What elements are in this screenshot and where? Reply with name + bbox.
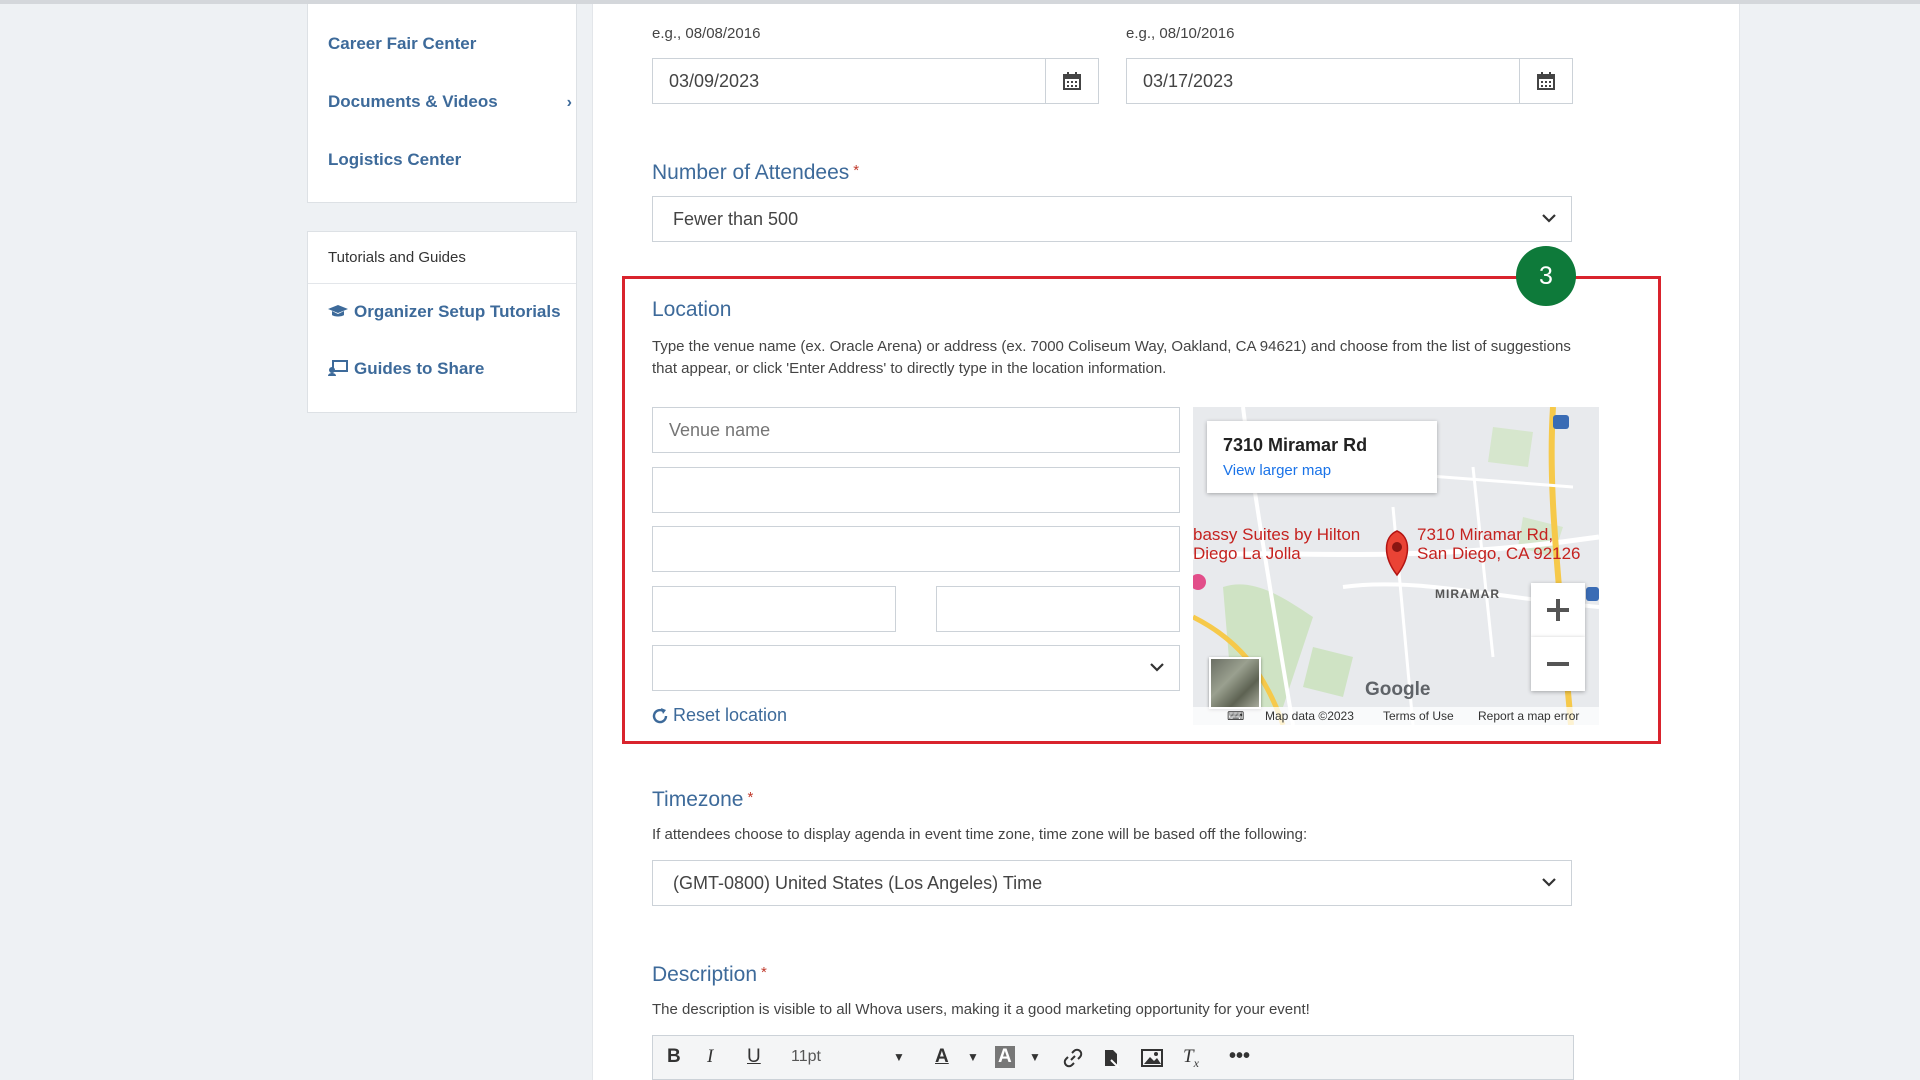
- description-help: The description is visible to all Whova …: [652, 1001, 1310, 1018]
- report-map-error-link[interactable]: Report a map error: [1478, 709, 1579, 723]
- timezone-label-text: Timezone: [652, 788, 744, 811]
- start-date-hint: e.g., 08/08/2016: [652, 25, 761, 42]
- venue-name-input[interactable]: [652, 407, 1180, 453]
- minus-icon: [1547, 662, 1569, 666]
- google-logo: Google: [1365, 679, 1431, 700]
- view-larger-map-link[interactable]: View larger map: [1223, 462, 1421, 479]
- end-date-hint: e.g., 08/10/2016: [1126, 25, 1235, 42]
- sidebar-menu-card: Career Fair Center Documents & Videos › …: [307, 4, 577, 203]
- terms-of-use-link[interactable]: Terms of Use: [1383, 709, 1454, 723]
- required-marker: *: [747, 789, 754, 806]
- refresh-icon: [652, 707, 668, 723]
- attendees-label-text: Number of Attendees: [652, 161, 850, 184]
- map-pin-line1: 7310 Miramar Rd,: [1417, 525, 1554, 544]
- sidebar-item-guides-share[interactable]: Guides to Share: [328, 359, 484, 379]
- reset-location-link[interactable]: Reset location: [651, 705, 787, 726]
- share-guide-icon: [328, 360, 348, 376]
- city-input[interactable]: [652, 586, 896, 632]
- tutorials-card: Tutorials and Guides Organizer Setup Tut…: [307, 231, 577, 413]
- chevron-down-icon: [1542, 214, 1556, 223]
- location-help: Type the venue name (ex. Oracle Arena) o…: [652, 338, 1571, 377]
- sidebar-item-career-fair[interactable]: Career Fair Center: [328, 34, 476, 54]
- clear-formatting-icon[interactable]: Tx: [1183, 1046, 1199, 1071]
- link-icon[interactable]: [1063, 1048, 1083, 1068]
- rich-text-toolbar: B I U 11pt ▼ A ▼ A ▼ Tx •••: [652, 1035, 1574, 1080]
- address-line1-input[interactable]: [652, 467, 1180, 513]
- description-label: Description *: [652, 963, 767, 987]
- map-satellite-thumbnail[interactable]: [1209, 657, 1261, 709]
- sidebar-item-documents-videos[interactable]: Documents & Videos: [328, 92, 498, 112]
- underline-button[interactable]: U: [747, 1046, 761, 1068]
- map-poi-line2: Diego La Jolla: [1193, 544, 1301, 563]
- end-date-input[interactable]: 03/17/2023: [1126, 58, 1520, 104]
- start-date-calendar-button[interactable]: [1045, 58, 1099, 104]
- insert-file-icon[interactable]: [1101, 1048, 1121, 1068]
- timezone-label: Timezone *: [652, 788, 753, 812]
- map-info-card: 7310 Miramar Rd View larger map: [1207, 421, 1437, 493]
- end-date-calendar-button[interactable]: [1519, 58, 1573, 104]
- font-size-select[interactable]: 11pt: [791, 1048, 821, 1066]
- bold-button[interactable]: B: [667, 1046, 681, 1068]
- attendees-select-value: Fewer than 500: [673, 209, 799, 229]
- map-data-credit: Map data ©2023: [1265, 709, 1354, 723]
- italic-button[interactable]: I: [707, 1046, 713, 1068]
- chevron-down-icon: [1150, 663, 1164, 672]
- required-marker: *: [853, 162, 860, 179]
- map-footer: ⌨ Map data ©2023 Terms of Use Report a m…: [1193, 707, 1599, 725]
- more-options-button[interactable]: •••: [1229, 1045, 1250, 1068]
- plus-icon: [1547, 599, 1569, 621]
- step-badge: 3: [1516, 246, 1576, 306]
- map-poi-label: bassy Suites by Hilton Diego La Jolla: [1193, 525, 1360, 563]
- chevron-down-icon: [1542, 878, 1556, 887]
- description-label-text: Description: [652, 963, 758, 986]
- timezone-select[interactable]: (GMT-0800) United States (Los Angeles) T…: [652, 860, 1572, 906]
- chevron-right-icon[interactable]: ›: [567, 94, 572, 112]
- postal-code-input[interactable]: [936, 586, 1180, 632]
- address-line2-input[interactable]: [652, 526, 1180, 572]
- text-color-caret-icon[interactable]: ▼: [967, 1050, 979, 1064]
- sidebar-item-label: Guides to Share: [354, 359, 485, 378]
- map-place-title: 7310 Miramar Rd: [1223, 435, 1368, 455]
- country-select[interactable]: [652, 645, 1180, 691]
- map-area-label: MIRAMAR: [1435, 587, 1500, 601]
- image-icon[interactable]: [1141, 1048, 1163, 1068]
- map-zoom-out-button[interactable]: [1531, 637, 1585, 691]
- bg-color-button[interactable]: A: [995, 1046, 1015, 1068]
- timezone-help: If attendees choose to display agenda in…: [652, 826, 1308, 843]
- calendar-icon: [1537, 72, 1555, 90]
- map-poi-line1: bassy Suites by Hilton: [1193, 525, 1361, 544]
- calendar-icon: [1063, 72, 1081, 90]
- map-pin-label: 7310 Miramar Rd, San Diego, CA 92126: [1417, 525, 1581, 563]
- sidebar-item-label: Organizer Setup Tutorials: [354, 302, 561, 321]
- required-marker: *: [761, 964, 767, 981]
- reset-location-label: Reset location: [673, 705, 788, 725]
- attendees-label: Number of Attendees *: [652, 161, 859, 185]
- text-color-button[interactable]: A: [935, 1046, 949, 1068]
- font-size-caret-icon[interactable]: ▼: [893, 1050, 905, 1064]
- keyboard-icon[interactable]: ⌨: [1227, 709, 1244, 723]
- graduation-cap-icon: [328, 305, 348, 317]
- bg-color-caret-icon[interactable]: ▼: [1029, 1050, 1041, 1064]
- map-zoom-in-button[interactable]: [1531, 583, 1585, 637]
- timezone-select-value: (GMT-0800) United States (Los Angeles) T…: [673, 873, 1043, 893]
- sidebar-item-organizer-tutorials[interactable]: Organizer Setup Tutorials: [328, 302, 561, 322]
- attendees-select[interactable]: Fewer than 500: [652, 196, 1572, 242]
- tutorials-heading: Tutorials and Guides: [308, 232, 576, 284]
- sidebar-item-logistics[interactable]: Logistics Center: [328, 150, 461, 170]
- start-date-input[interactable]: 03/09/2023: [652, 58, 1046, 104]
- location-map[interactable]: 7310 Miramar Rd View larger map bassy Su…: [1193, 407, 1599, 725]
- location-label: Location: [652, 298, 732, 321]
- map-pin-line2: San Diego, CA 92126: [1417, 544, 1581, 563]
